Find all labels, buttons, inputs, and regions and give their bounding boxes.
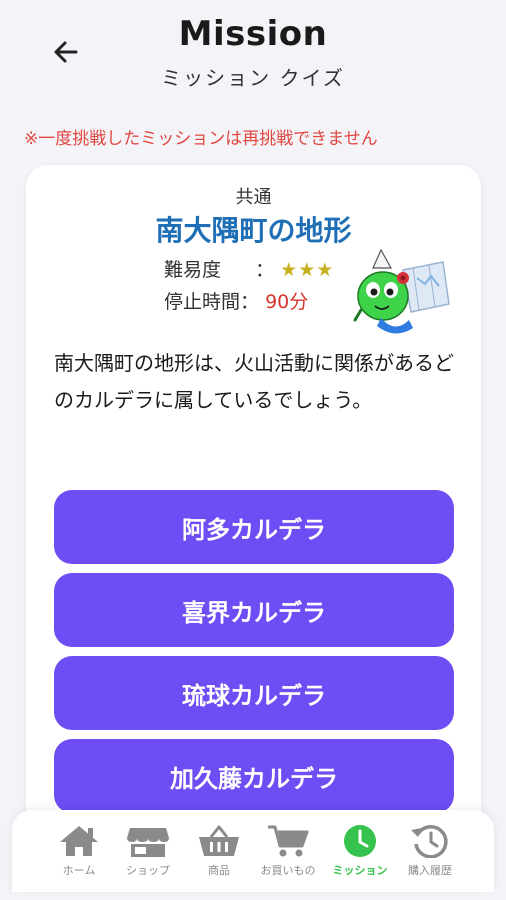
- question-text: 南大隅町の地形は、火山活動に関係があるどのカルデラに属しているでしょう。: [54, 351, 454, 412]
- green-mascot-with-map-icon: [353, 248, 450, 334]
- bottom-navigation: ホーム ショップ 商品 お買いもの ミッション 購入履歴: [12, 810, 494, 892]
- nav-label-products: 商品: [208, 864, 230, 877]
- nav-item-history[interactable]: 購入履歴: [395, 810, 465, 892]
- page-subtitle: ミッション クイズ: [161, 66, 345, 90]
- home-icon: [60, 826, 98, 856]
- nav-label-mission: ミッション: [332, 864, 388, 877]
- history-icon: [411, 825, 448, 858]
- cart-icon: [268, 825, 309, 857]
- nav-label-history: 購入履歴: [408, 864, 452, 877]
- stop-time-row: 停止時間： 90分: [164, 287, 308, 314]
- difficulty-stars: ★★★: [280, 259, 335, 281]
- answer-choice-1[interactable]: 阿多カルデラ: [54, 490, 454, 564]
- nav-item-shop[interactable]: ショップ: [113, 810, 183, 892]
- page-title: Mission: [178, 14, 328, 54]
- nav-label-home: ホーム: [62, 864, 96, 877]
- mission-category: 共通: [235, 187, 272, 208]
- shop-icon: [127, 828, 169, 857]
- stop-time-label: 停止時間：: [164, 291, 260, 313]
- difficulty-separator: ：: [255, 259, 275, 281]
- stop-time-value: 90分: [265, 291, 309, 313]
- nav-item-mission[interactable]: ミッション: [325, 810, 395, 892]
- app-header: Mission ミッション クイズ: [0, 0, 506, 100]
- nav-item-products[interactable]: 商品: [184, 810, 254, 892]
- basket-icon: [199, 825, 239, 856]
- answer-choice-4[interactable]: 加久藤カルデラ: [54, 739, 454, 813]
- answer-choice-3[interactable]: 琉球カルデラ: [54, 656, 454, 730]
- difficulty-label: 難易度: [164, 259, 222, 281]
- nav-label-shopping: お買いもの: [260, 864, 316, 877]
- mission-card: 共通 南大隅町の地形 難易度 ： ★★★ 停止時間： 90分 南大隅町の地形は、: [26, 165, 481, 865]
- difficulty-row: 難易度 ： ★★★: [164, 255, 334, 282]
- clock-icon: [344, 825, 376, 857]
- nav-item-shopping[interactable]: お買いもの: [253, 810, 323, 892]
- nav-item-home[interactable]: ホーム: [44, 810, 114, 892]
- mission-title: 南大隅町の地形: [155, 214, 352, 247]
- retry-notice: ※一度挑戦したミッションは再挑戦できません: [24, 129, 378, 149]
- nav-label-shop: ショップ: [126, 864, 170, 877]
- answer-choice-2[interactable]: 喜界カルデラ: [54, 573, 454, 647]
